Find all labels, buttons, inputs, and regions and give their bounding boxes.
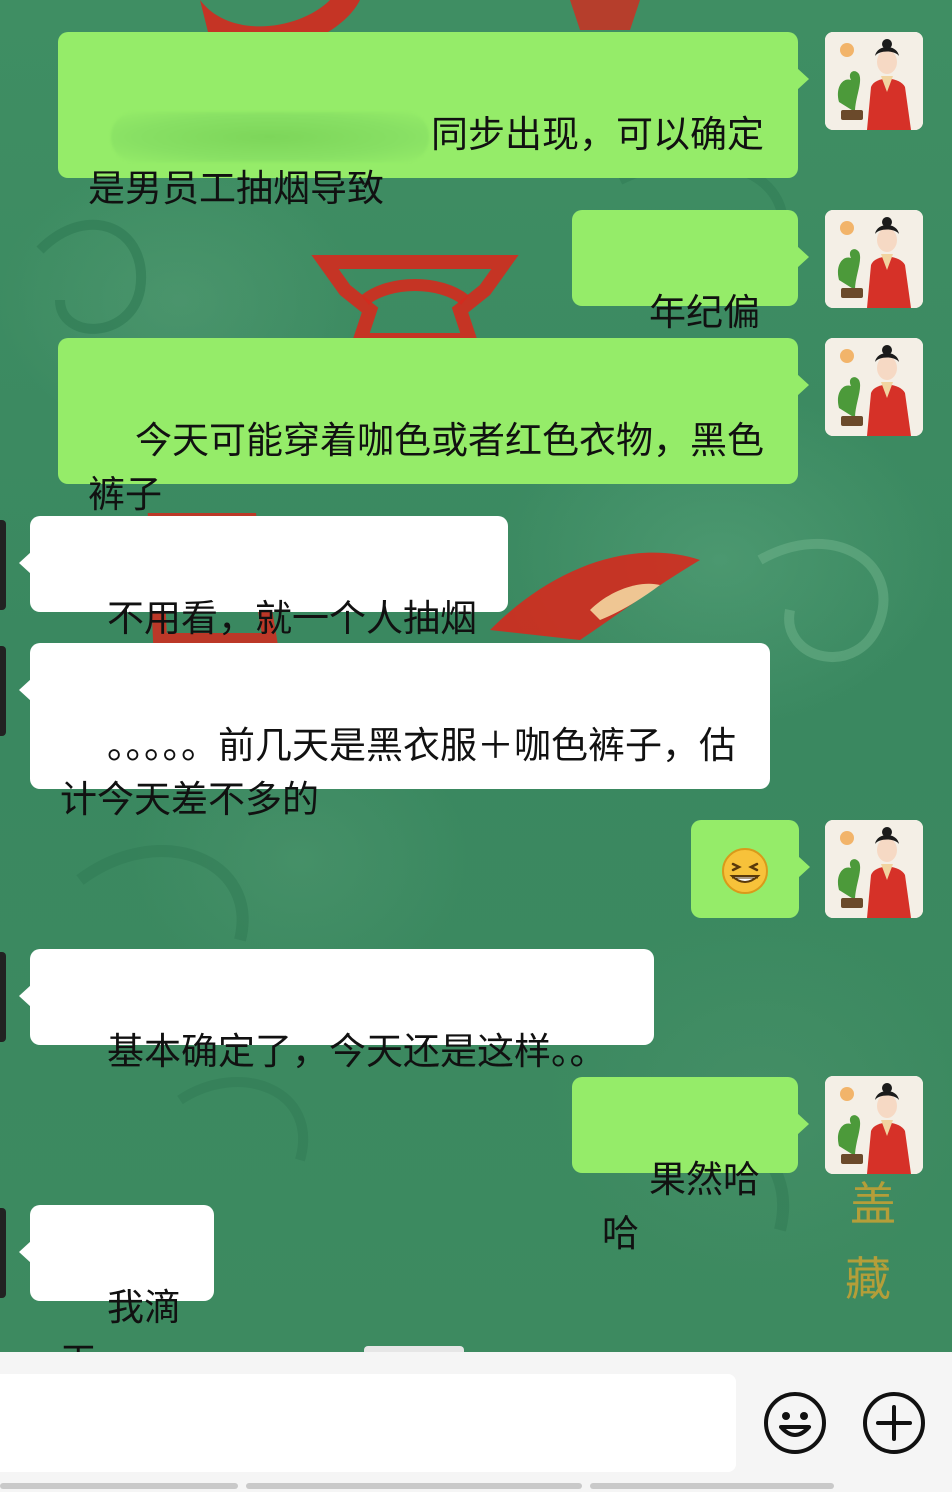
outgoing-message[interactable]: 果然哈哈 <box>572 1077 809 1255</box>
message-text: 今天可能穿着咖色或者红色衣物，黑色裤子 <box>88 419 765 516</box>
svg-text:盖: 盖 <box>850 1177 896 1231</box>
contact-avatar-edge[interactable] <box>0 952 6 1042</box>
avatar-image <box>825 32 923 130</box>
outgoing-message[interactable]: 年纪偏大 <box>572 210 809 388</box>
self-avatar[interactable] <box>825 210 923 308</box>
avatar-image <box>825 210 923 308</box>
incoming-message[interactable]: 。。。。。前几天是黑衣服＋咖色裤子，估计今天差不多的 <box>19 643 770 821</box>
bottom-strip <box>590 1483 834 1489</box>
svg-text:藏: 藏 <box>845 1252 891 1306</box>
incoming-message[interactable]: 我滴天 <box>19 1205 214 1352</box>
incoming-message[interactable]: 基本确定了，今天还是这样。。 <box>19 949 654 1073</box>
bottom-strip <box>246 1483 582 1489</box>
outgoing-message[interactable]: 今天可能穿着咖色或者红色衣物，黑色裤子 <box>58 338 809 516</box>
emoji-face-icon[interactable] <box>763 1391 827 1455</box>
self-avatar[interactable] <box>825 820 923 918</box>
message-text: 基本确定了，今天还是这样。。 <box>107 1030 607 1073</box>
contact-avatar-edge[interactable] <box>0 520 6 610</box>
plus-circle-icon[interactable] <box>862 1391 926 1455</box>
redacted-text-blur <box>111 111 430 162</box>
message-text: 不用看，就一个人抽烟 <box>107 597 478 640</box>
chat-background: 盖 藏 同步出现，可以确定是男员工抽烟导致 年纪偏大 <box>0 0 952 1352</box>
message-input[interactable] <box>0 1374 736 1472</box>
message-text: 我滴天 <box>60 1286 182 1352</box>
message-text: 果然哈哈 <box>602 1158 761 1255</box>
message-text: 。。。。。前几天是黑衣服＋咖色裤子，估计今天差不多的 <box>60 724 737 821</box>
grinning-squint-emoji-icon <box>722 848 768 894</box>
bottom-strip <box>0 1483 238 1489</box>
avatar-image <box>825 338 923 436</box>
contact-avatar-edge[interactable] <box>0 1208 6 1298</box>
avatar-image <box>825 1076 923 1174</box>
outgoing-emoji-message[interactable] <box>691 820 810 918</box>
self-avatar[interactable] <box>825 1076 923 1174</box>
outgoing-message[interactable]: 同步出现，可以确定是男员工抽烟导致 <box>58 32 809 210</box>
contact-avatar-edge[interactable] <box>0 646 6 736</box>
self-avatar[interactable] <box>825 338 923 436</box>
self-avatar[interactable] <box>825 32 923 130</box>
avatar-image <box>825 820 923 918</box>
incoming-message[interactable]: 不用看，就一个人抽烟 <box>19 516 508 640</box>
